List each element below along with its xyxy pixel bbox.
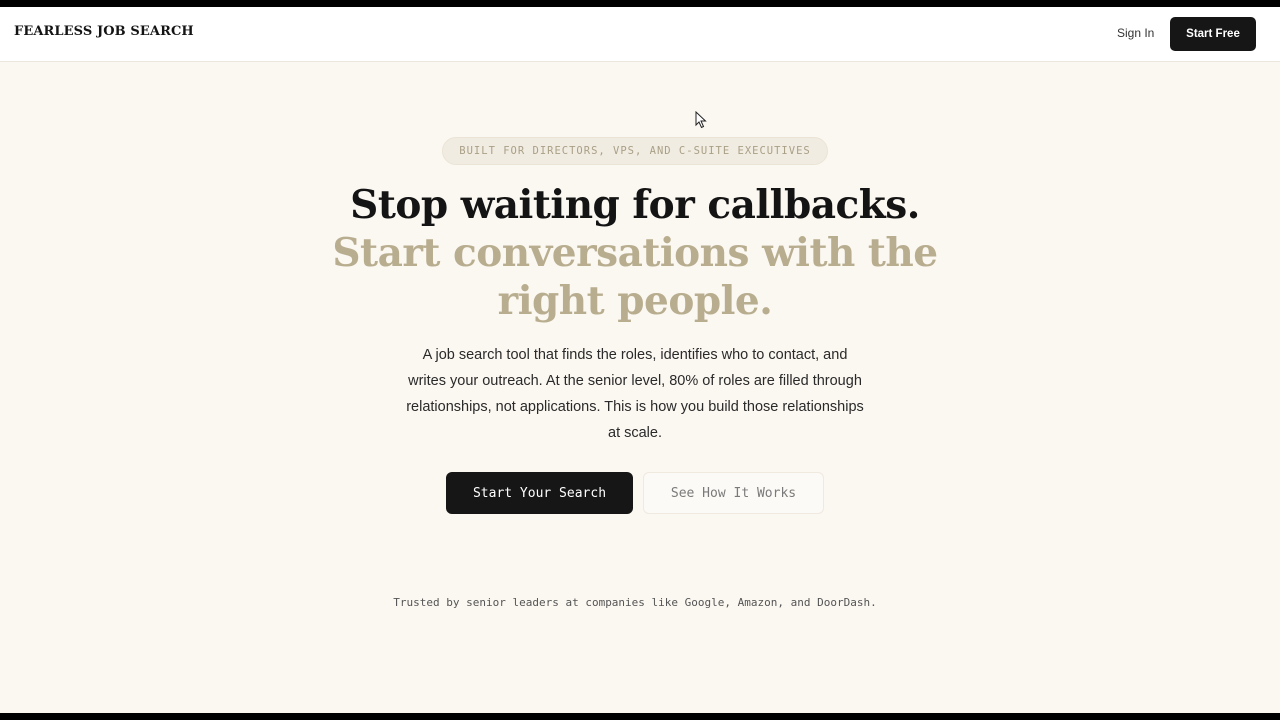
- audience-badge: BUILT FOR DIRECTORS, VPS, AND C-SUITE EX…: [442, 137, 828, 165]
- landing-page: FEARLESS JOB SEARCH Sign In Start Free B…: [0, 7, 1280, 713]
- headline-secondary: Start conversations with the right peopl…: [332, 230, 938, 324]
- hero-description: A job search tool that finds the roles, …: [406, 347, 864, 441]
- headline-primary: Stop waiting for callbacks.: [350, 182, 920, 228]
- start-free-button[interactable]: Start Free: [1170, 17, 1256, 51]
- start-your-search-button[interactable]: Start Your Search: [446, 472, 633, 514]
- trusted-by-text: Trusted by senior leaders at companies l…: [393, 596, 877, 609]
- sign-in-link[interactable]: Sign In: [1117, 26, 1154, 40]
- see-how-it-works-button[interactable]: See How It Works: [643, 472, 824, 514]
- mouse-pointer-icon: [695, 111, 707, 129]
- brand-logo[interactable]: FEARLESS JOB SEARCH: [14, 24, 194, 39]
- hero-headline: Stop waiting for callbacks. Start conver…: [300, 181, 970, 325]
- top-navbar: FEARLESS JOB SEARCH Sign In Start Free: [0, 7, 1280, 62]
